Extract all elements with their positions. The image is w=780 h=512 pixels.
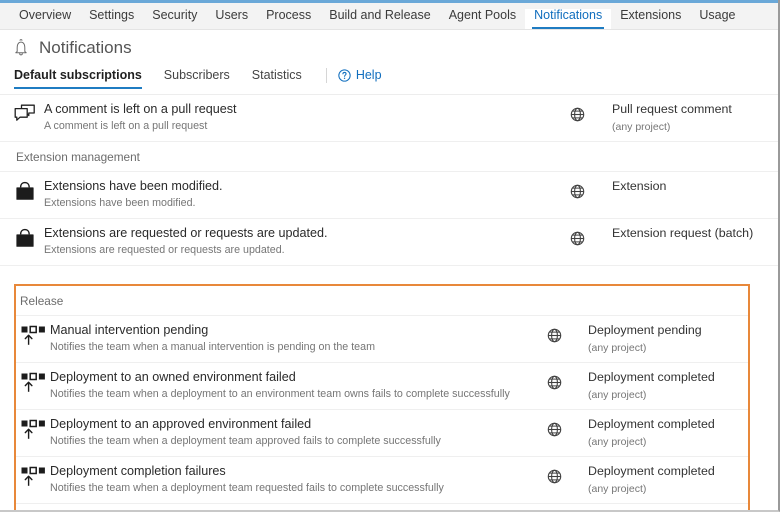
subscription-row[interactable]: A comment is left on a pull request A com… (0, 95, 778, 142)
topnav-item-settings[interactable]: Settings (80, 9, 143, 29)
globe-icon (526, 410, 582, 437)
subscription-description: A comment is left on a pull request (44, 120, 208, 132)
topnav-item-extensions[interactable]: Extensions (611, 9, 690, 29)
globe-icon (526, 363, 582, 390)
subscription-event-cell: Deployment completed (any project) (582, 410, 748, 449)
subscription-row-text: Extensions have been modified. Extensions… (44, 172, 548, 210)
subtab-separator (325, 68, 327, 83)
topnav-item-users[interactable]: Users (206, 9, 257, 29)
subtab-subscribers[interactable]: Subscribers (164, 68, 243, 89)
page-title: Notifications (14, 38, 132, 58)
subscription-row[interactable]: Deployment completion failures Notifies t… (16, 457, 748, 504)
topnav-item-usage[interactable]: Usage (690, 9, 744, 29)
extension-bag-icon (14, 219, 44, 249)
subscription-row[interactable]: Extensions are requested or requests are… (0, 219, 778, 266)
subscription-event-cell: Release approval pending(any project) (582, 504, 748, 510)
group-header: Extension management (0, 142, 778, 172)
subscription-row[interactable]: Deployment to an owned environment faile… (16, 363, 748, 410)
topnav-item-overview[interactable]: Overview (10, 9, 80, 29)
subscription-row[interactable]: Manual intervention pending Notifies the … (16, 316, 748, 363)
subscription-scope: (any project) (588, 483, 647, 495)
subscription-row-text: A comment is left on a pull request A com… (44, 95, 548, 133)
subtab-bar: Default subscriptions Subscribers Statisti… (0, 68, 778, 94)
highlighted-group-release: Release Manual intervention pending Notif… (14, 284, 750, 510)
subscription-list: A comment is left on a pull request A com… (0, 95, 778, 510)
subscription-description: Extensions have been modified. (44, 197, 196, 209)
globe-icon (526, 457, 582, 484)
topnav-item-notifications[interactable]: Notifications (525, 9, 612, 29)
page-root: Overview Settings Security Users Process Buil… (0, 0, 780, 512)
subscription-event-cell: Deployment completed (any project) (582, 363, 748, 402)
subscription-title: Extensions have been modified. (44, 179, 223, 193)
subscription-event: Extension (612, 179, 667, 193)
page-title-text: Notifications (39, 38, 132, 57)
subscription-description: Notifies the team when a deployment team… (50, 435, 441, 447)
globe-icon (548, 172, 606, 199)
topnav-item-agent-pools[interactable]: Agent Pools (440, 9, 525, 29)
top-navigation: Overview Settings Security Users Process Buil… (0, 3, 778, 30)
subscription-scope: (any project) (588, 389, 647, 401)
globe-icon (548, 95, 606, 122)
subscription-row[interactable]: Deployment to an approved environment fa… (16, 410, 748, 457)
subscription-event-cell: Pull request comment (any project) (606, 95, 778, 134)
group-header: Release (16, 286, 748, 316)
topnav-item-security[interactable]: Security (143, 9, 206, 29)
comment-icon (14, 95, 44, 124)
subscription-event-cell: Deployment completed (any project) (582, 457, 748, 496)
globe-icon (526, 316, 582, 343)
subscription-event-cell: Extension request (batch) (606, 219, 778, 241)
subscription-event: Deployment completed (588, 370, 715, 384)
subscription-row-text: Extensions are requested or requests are… (44, 219, 548, 257)
subscription-event: Deployment pending (588, 323, 702, 337)
group-spacer (0, 266, 778, 284)
subscription-event: Deployment completed (588, 417, 715, 431)
subscription-title: Extensions are requested or requests are… (44, 226, 328, 240)
help-link[interactable]: Help (338, 68, 382, 82)
subtab-default-subscriptions[interactable]: Default subscriptions (14, 68, 155, 89)
question-circle-icon (338, 68, 351, 82)
subscription-title: Deployment completion failures (50, 464, 226, 478)
extension-bag-icon (14, 172, 44, 202)
subscription-scope: (any project) (612, 121, 671, 133)
subscription-event-cell: Extension (606, 172, 778, 194)
globe-icon (526, 504, 582, 510)
subscription-title: A comment is left on a pull request (44, 102, 237, 116)
subscription-description: Notifies the team when a deployment to a… (50, 388, 510, 400)
release-deploy-icon (20, 504, 50, 510)
subscription-title: Manual intervention pending (50, 323, 209, 337)
subscription-row-text: Deployment to an approved environment fa… (50, 410, 526, 448)
subscription-event: Deployment completed (588, 464, 715, 478)
release-deploy-icon (20, 457, 50, 488)
help-link-label: Help (355, 68, 382, 82)
subscription-scope: (any project) (588, 436, 647, 448)
subscription-event: Extension request (batch) (612, 226, 754, 240)
release-deploy-icon (20, 316, 50, 347)
topnav-item-build-and-release[interactable]: Build and Release (320, 9, 439, 29)
release-deploy-icon (20, 363, 50, 394)
release-deploy-icon (20, 410, 50, 441)
bell-icon (14, 39, 30, 57)
subscription-description: Extensions are requested or requests are… (44, 244, 285, 256)
subscription-scope: (any project) (588, 342, 647, 354)
subscription-row[interactable]: Extensions have been modified. Extensions… (0, 172, 778, 219)
subscription-event-cell: Deployment pending (any project) (582, 316, 748, 355)
subscription-row-text: Deployment to an owned environment faile… (50, 363, 526, 401)
globe-icon (548, 219, 606, 246)
subscription-description: Notifies the team when a manual interven… (50, 341, 375, 353)
topnav-item-process[interactable]: Process (257, 9, 320, 29)
subscription-description: Notifies the team when a deployment team… (50, 482, 444, 494)
subscription-title: Deployment to an owned environment faile… (50, 370, 296, 384)
subscription-row-text: Manual intervention pending Notifies the … (50, 316, 526, 354)
subscription-row[interactable]: Deployment approval pendingNotifies the … (16, 504, 748, 510)
subscription-row-text: Deployment approval pendingNotifies the … (50, 504, 526, 510)
subscription-event: Pull request comment (612, 102, 732, 116)
subtab-statistics[interactable]: Statistics (252, 68, 315, 89)
subscription-title: Deployment to an approved environment fa… (50, 417, 312, 431)
subscription-row-text: Deployment completion failures Notifies t… (50, 457, 526, 495)
